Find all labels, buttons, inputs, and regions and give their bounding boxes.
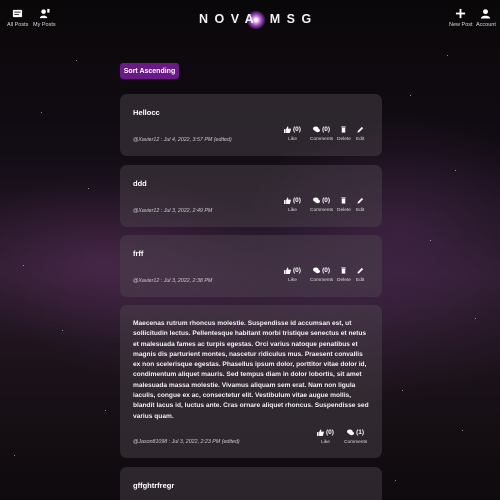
post-card: Hellocc @Xavier12 : Jul 4, 2022, 3:57 PM… (120, 94, 382, 156)
account-icon (481, 9, 491, 19)
edit-button[interactable]: Edit (356, 266, 364, 283)
post-title: gffghtrfregr (133, 481, 175, 490)
like-button[interactable]: (0) Like (284, 196, 301, 213)
comments-count: (0) (322, 197, 331, 204)
pencil-icon (357, 197, 363, 204)
trash-icon (341, 197, 347, 204)
trash-icon (341, 267, 347, 274)
thumbs-up-icon (284, 197, 291, 204)
nav-account[interactable]: Account (476, 8, 496, 28)
like-button[interactable]: (0) Like (284, 266, 301, 283)
nav-all-posts-label: All Posts (7, 22, 29, 28)
like-button[interactable]: (0) Like (284, 125, 301, 142)
post-title: frff (133, 249, 144, 258)
edit-button[interactable]: Edit (356, 125, 364, 142)
comments-label: Comments (310, 208, 334, 213)
pencil-icon (357, 267, 363, 274)
post-card: ddd @Xavier12 : Jul 3, 2022, 2:49 PM (0)… (120, 165, 382, 227)
trash-icon (341, 126, 347, 133)
comments-button[interactable]: (1) Comments (344, 428, 367, 445)
thumbs-up-icon (284, 126, 291, 133)
nav-all-posts[interactable]: All Posts (7, 8, 28, 28)
top-nav: All Posts My Posts NOVA MSG New Post Acc… (0, 0, 500, 40)
post-meta: @Xavier12 : Jul 4, 2022, 3:57 PM (edited… (133, 137, 232, 143)
nav-new-post[interactable]: New Post (449, 8, 473, 28)
comments-label: Comments (310, 137, 334, 142)
post-meta: @Jason81098 : Jul 3, 2022, 2:23 PM (edit… (133, 439, 240, 445)
comments-button[interactable]: (0) Comments (310, 196, 333, 213)
like-count: (0) (293, 267, 301, 274)
like-label: Like (321, 440, 330, 445)
logo-text: NOVA MSG (199, 12, 318, 26)
nav-new-post-label: New Post (449, 22, 473, 28)
delete-button[interactable]: Delete (337, 266, 351, 283)
comments-count: (0) (322, 267, 331, 274)
user-posts-icon (39, 8, 50, 19)
like-label: Like (288, 137, 297, 142)
app-logo[interactable]: NOVA MSG (199, 11, 311, 29)
edit-label: Edit (356, 208, 365, 213)
post-card: Maecenas rutrum rhoncus molestie. Suspen… (120, 305, 382, 458)
comments-count: (0) (322, 126, 331, 133)
post-meta: @Xavier12 : Jul 3, 2022, 2:38 PM (133, 278, 213, 284)
like-label: Like (288, 208, 297, 213)
edit-button[interactable]: Edit (356, 196, 364, 213)
posts-icon (13, 9, 23, 18)
comments-count: (1) (356, 429, 365, 436)
post-title: Hellocc (133, 108, 160, 117)
post-card: frff @Xavier12 : Jul 3, 2022, 2:38 PM (0… (120, 235, 382, 297)
comments-button[interactable]: (0) Comments (310, 125, 333, 142)
delete-button[interactable]: Delete (337, 125, 351, 142)
like-count: (0) (326, 429, 334, 436)
post-meta: @Xavier12 : Jul 3, 2022, 2:49 PM (133, 208, 213, 214)
sort-ascending-button[interactable]: Sort Ascending (120, 63, 179, 79)
comments-icon (313, 197, 321, 204)
like-count: (0) (293, 126, 301, 133)
comments-label: Comments (310, 278, 334, 283)
thumbs-up-icon (284, 267, 291, 274)
comments-icon (313, 267, 321, 274)
nav-account-label: Account (476, 22, 496, 28)
edit-label: Edit (356, 137, 365, 142)
delete-label: Delete (337, 137, 351, 142)
delete-label: Delete (337, 208, 351, 213)
comments-icon (313, 126, 321, 133)
nav-my-posts[interactable]: My Posts (33, 8, 56, 28)
nav-my-posts-label: My Posts (33, 22, 56, 28)
post-body: Maecenas rutrum rhoncus molestie. Suspen… (133, 320, 369, 420)
plus-icon (456, 8, 466, 19)
like-count: (0) (293, 197, 301, 204)
edit-label: Edit (356, 278, 365, 283)
delete-label: Delete (337, 278, 351, 283)
post-card: gffghtrfregr (120, 467, 382, 500)
post-title: ddd (133, 179, 147, 188)
pencil-icon (357, 126, 363, 133)
delete-button[interactable]: Delete (337, 196, 351, 213)
thumbs-up-icon (317, 429, 324, 436)
comments-icon (347, 429, 355, 436)
like-button[interactable]: (0) Like (317, 428, 334, 445)
like-label: Like (288, 278, 297, 283)
comments-button[interactable]: (0) Comments (310, 266, 333, 283)
comments-label: Comments (344, 440, 368, 445)
